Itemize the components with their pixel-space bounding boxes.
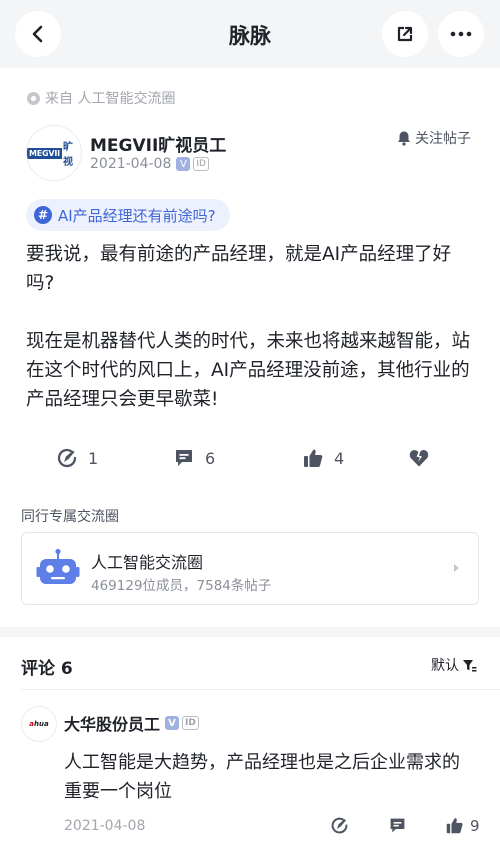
like-count: 4 <box>334 448 345 468</box>
source-text: 来自 人工智能交流圈 <box>45 91 176 107</box>
forward-icon <box>57 448 77 468</box>
post-date: 2021-04-08 <box>90 156 172 172</box>
commenter-name-text: 大华股份员工 <box>64 715 161 734</box>
comment-icon <box>176 450 192 466</box>
comment-date: 2021-04-08 <box>64 818 146 834</box>
robot-icon <box>36 548 80 584</box>
share-button[interactable] <box>382 11 428 57</box>
post-paragraph: 现在是机器替代人类的时代，未来也将越来越智能，站在这个时代的风口上，AI产品经理… <box>26 331 471 410</box>
follow-label: 关注帖子 <box>415 131 471 147</box>
sort-label: 默认 <box>431 658 459 674</box>
author-meta: 2021-04-08 V ID <box>90 156 209 172</box>
like-button[interactable]: 4 <box>302 445 344 471</box>
comments-title: 评论 6 <box>21 659 73 679</box>
hash-icon: # <box>34 206 52 224</box>
logo-box-text: MEGVII <box>27 147 62 159</box>
dislike-button[interactable] <box>408 445 440 471</box>
verified-badge: V <box>176 157 191 171</box>
forward-icon <box>331 817 348 834</box>
commenter-avatar[interactable]: ahua <box>21 706 57 742</box>
source-link[interactable]: 来自 人工智能交流圈 <box>26 88 175 108</box>
more-button[interactable] <box>438 11 484 57</box>
circle-section-label: 同行专属交流圈 <box>21 509 119 525</box>
logo-word: hua <box>34 720 49 728</box>
forward-button[interactable]: 1 <box>56 445 98 471</box>
like-icon <box>304 449 323 467</box>
location-icon <box>27 91 40 105</box>
author-avatar[interactable]: MEGVII 旷视 <box>26 125 82 181</box>
topic-tag[interactable]: # AI产品经理还有前途吗? <box>26 199 230 231</box>
author-name[interactable]: MEGVII旷视员工 <box>90 131 226 156</box>
comment-reply-button[interactable] <box>388 816 407 835</box>
like-icon <box>446 818 463 834</box>
sort-dropdown[interactable]: 默认 <box>431 655 477 675</box>
section-divider <box>0 627 500 637</box>
topic-label: AI产品经理还有前途吗? <box>58 206 216 225</box>
dislike-icon <box>409 450 429 467</box>
comment-like-button[interactable]: 9 <box>445 816 480 835</box>
circle-name: 人工智能交流圈 <box>91 553 204 572</box>
chevron-right-icon <box>454 564 459 572</box>
comment-like-count: 9 <box>470 816 480 835</box>
more-icon <box>450 31 472 37</box>
post-body: 要我说，最有前途的产品经理，就是AI产品经理了好吗? 现在是机器替代人类的时代，… <box>26 240 476 414</box>
megvii-logo: MEGVII 旷视 <box>27 138 81 168</box>
comment-icon <box>390 818 405 833</box>
comment-count: 6 <box>205 448 216 468</box>
comments-divider <box>21 689 500 690</box>
filter-icon <box>463 659 477 671</box>
dahua-logo: ahua <box>29 720 48 728</box>
commenter-name[interactable]: 大华股份员工 V ID <box>64 711 199 735</box>
logo-text: 旷视 <box>62 142 73 168</box>
comment-text: 人工智能是大趋势，产品经理也是之后企业需求的重要一个岗位 <box>64 752 460 802</box>
top-bar: 脉脉 <box>0 0 500 68</box>
circle-card[interactable]: 人工智能交流圈 469129位成员，7584条帖子 <box>21 532 479 605</box>
comment-forward-button[interactable] <box>330 816 349 835</box>
post-paragraph: 要我说，最有前途的产品经理，就是AI产品经理了好吗? <box>26 244 452 294</box>
share-icon <box>397 26 413 42</box>
circle-stats: 469129位成员，7584条帖子 <box>91 578 272 594</box>
bell-icon <box>398 131 410 146</box>
comment-button[interactable]: 6 <box>173 445 215 471</box>
id-badge: ID <box>182 716 199 730</box>
forward-count: 1 <box>88 448 99 468</box>
follow-post-button[interactable]: 关注帖子 <box>396 128 471 148</box>
id-badge: ID <box>193 157 209 171</box>
verified-badge: V <box>165 716 180 730</box>
